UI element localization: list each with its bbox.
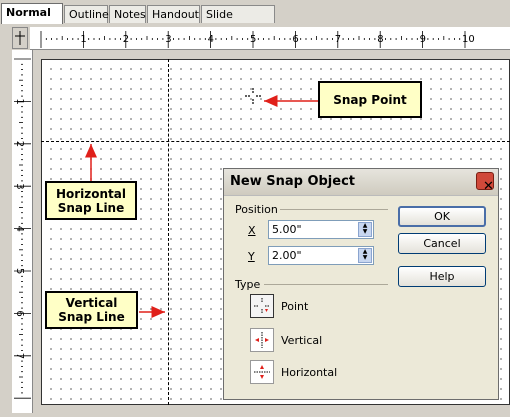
position-group-label: Position (235, 203, 278, 216)
x-position-field[interactable]: 5.00" ▲ ▼ (268, 220, 374, 239)
close-button[interactable]: ✕ (476, 172, 494, 194)
horizontal-snap-line-callout: Horizontal Snap Line (45, 181, 137, 220)
type-horizontal-button[interactable] (250, 360, 274, 384)
point-icon (254, 298, 270, 314)
snap-point-callout: Snap Point (318, 81, 422, 118)
type-point-button[interactable] (250, 294, 274, 318)
y-label: Y (248, 250, 255, 263)
vertical-callout-line2: Snap Line (58, 310, 125, 324)
cancel-button[interactable]: Cancel (398, 233, 486, 254)
type-horizontal-label: Horizontal (281, 366, 338, 379)
horizontal-icon (254, 365, 270, 379)
type-vertical-label: Vertical (281, 334, 323, 347)
vertical-snap-line-callout: Vertical Snap Line (45, 291, 138, 329)
vertical-icon (255, 332, 269, 348)
y-value: 2.00" (272, 249, 302, 262)
horizontal-callout-line1: Horizontal (55, 186, 127, 201)
snap-point-callout-text: Snap Point (333, 92, 407, 107)
dialog-title: New Snap Object (230, 174, 356, 189)
ok-button[interactable]: OK (398, 206, 486, 227)
x-spin-button[interactable]: ▲ ▼ (358, 222, 372, 237)
type-vertical-button[interactable] (250, 328, 274, 352)
position-group-line (280, 209, 388, 210)
y-spin-button[interactable]: ▲ ▼ (358, 248, 372, 263)
vertical-callout-line1: Vertical (65, 296, 118, 310)
type-group-label: Type (235, 278, 261, 291)
horizontal-callout-line2: Snap Line (57, 200, 125, 215)
x-value: 5.00" (272, 223, 302, 236)
help-button[interactable]: Help (398, 266, 486, 287)
dialog-title-bar[interactable]: New Snap Object ✕ (224, 169, 498, 196)
type-group-line (264, 284, 388, 285)
y-position-field[interactable]: 2.00" ▲ ▼ (268, 246, 374, 265)
type-point-label: Point (281, 300, 309, 313)
x-label: X (248, 224, 256, 237)
new-snap-object-dialog: New Snap Object ✕ Position X 5.00" ▲ ▼ Y … (223, 168, 499, 400)
close-icon: ✕ (483, 179, 494, 194)
